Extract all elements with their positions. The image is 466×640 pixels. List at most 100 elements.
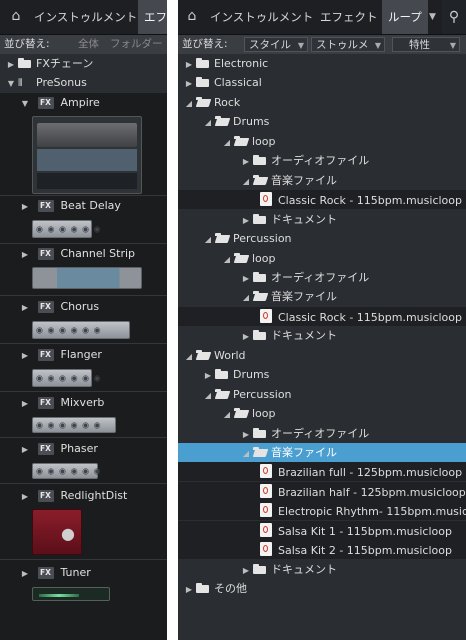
expand-arrow-icon[interactable]: ▶ bbox=[241, 152, 251, 171]
tree-folder-item[interactable]: ▶ ドキュメント bbox=[178, 560, 337, 579]
expand-arrow-icon[interactable]: ▶ bbox=[203, 366, 213, 385]
plugin-thumbnail-chorus[interactable] bbox=[32, 321, 130, 339]
expand-arrow-icon[interactable]: ▶ bbox=[184, 580, 194, 599]
plugin-thumbnail-beat-delay[interactable] bbox=[32, 220, 92, 238]
plugin-thumbnail-mixverb[interactable] bbox=[32, 417, 116, 433]
home-icon[interactable]: ⌂ bbox=[8, 8, 24, 24]
tree-folder-item[interactable]: ▶ ドキュメント bbox=[178, 326, 337, 345]
expand-arrow-icon[interactable]: ▶ bbox=[241, 327, 251, 346]
expand-arrow-icon[interactable]: ▶ bbox=[20, 197, 30, 216]
collapse-arrow-icon[interactable]: ◢ bbox=[203, 113, 213, 132]
plugin-thumbnail-phaser[interactable] bbox=[32, 463, 98, 479]
tree-folder-item[interactable]: ◢ loop bbox=[178, 132, 276, 151]
folder-open-icon bbox=[234, 136, 248, 146]
tree-folder-item[interactable]: ▶ ドキュメント bbox=[178, 210, 337, 229]
expand-arrow-icon[interactable]: ▶ bbox=[20, 440, 30, 459]
tree-folder-item[interactable]: ▶ オーディオファイル bbox=[178, 151, 369, 170]
loop-file-item[interactable]: Brazilian full - 125bpm.musicloop bbox=[178, 462, 466, 481]
plugin-thumbnail-flanger[interactable] bbox=[32, 369, 92, 387]
plugin-name: Tuner bbox=[60, 566, 91, 579]
sort-option-folder[interactable]: フォルダー bbox=[110, 35, 163, 54]
tree-item-fx-chains[interactable]: ▶ FXチェーン bbox=[6, 54, 93, 73]
tree-folder-item[interactable]: ◢ 音楽ファイル bbox=[178, 443, 466, 462]
tree-folder-item[interactable]: ▶ Classical bbox=[178, 73, 262, 92]
plugin-item-channel-strip[interactable]: ▶ FX Channel Strip bbox=[0, 244, 167, 263]
tab-instruments[interactable]: インストゥルメント bbox=[204, 0, 319, 34]
plugin-item-mixverb[interactable]: ▶ FX Mixverb bbox=[0, 393, 167, 412]
expand-arrow-icon[interactable]: ▶ bbox=[6, 55, 16, 74]
collapse-arrow-icon[interactable]: ▼ bbox=[6, 74, 16, 93]
tree-folder-item[interactable]: ◢ 音楽ファイル bbox=[178, 171, 337, 190]
collapse-arrow-icon[interactable]: ◢ bbox=[241, 444, 251, 463]
plugin-item-tuner[interactable]: ▶ FX Tuner bbox=[0, 563, 167, 582]
tree-folder-item[interactable]: ▶ Electronic bbox=[178, 54, 268, 73]
expand-arrow-icon[interactable]: ▶ bbox=[20, 346, 30, 365]
plugin-item-phaser[interactable]: ▶ FX Phaser bbox=[0, 439, 167, 458]
tree-folder-item[interactable]: ◢ 音楽ファイル bbox=[178, 287, 337, 306]
tab-instruments[interactable]: インストゥルメント bbox=[28, 0, 143, 34]
plugin-item-flanger[interactable]: ▶ FX Flanger bbox=[0, 345, 167, 364]
plugin-thumbnail-ampire[interactable] bbox=[32, 116, 142, 194]
tabs-overflow-icon[interactable]: ▼ bbox=[429, 0, 436, 34]
loop-file-item[interactable]: Salsa Kit 2 - 115bpm.musicloop bbox=[178, 540, 466, 559]
plugin-item-beat-delay[interactable]: ▶ FX Beat Delay bbox=[0, 196, 167, 215]
tree-item-label: FXチェーン bbox=[36, 57, 94, 70]
sort-instrument-dropdown[interactable]: ストゥルメ ▼ bbox=[311, 37, 385, 52]
home-icon[interactable]: ⌂ bbox=[184, 8, 200, 24]
collapse-arrow-icon[interactable]: ◢ bbox=[184, 94, 194, 113]
expand-arrow-icon[interactable]: ▶ bbox=[184, 55, 194, 74]
presonus-logo-icon: ⦀ bbox=[18, 78, 23, 89]
collapse-arrow-icon[interactable]: ◢ bbox=[184, 347, 194, 366]
expand-arrow-icon[interactable]: ▶ bbox=[241, 269, 251, 288]
tab-effects[interactable]: エフェ bbox=[138, 0, 167, 34]
tree-folder-item[interactable]: ▶ オーディオファイル bbox=[178, 268, 369, 287]
collapse-arrow-icon[interactable]: ◢ bbox=[222, 405, 232, 424]
tree-folder-item[interactable]: ▶ オーディオファイル bbox=[178, 424, 369, 443]
tree-folder-item[interactable]: ◢ Rock bbox=[178, 93, 240, 112]
expand-arrow-icon[interactable]: ▶ bbox=[184, 74, 194, 93]
expand-arrow-icon[interactable]: ▶ bbox=[20, 245, 30, 264]
loop-file-item[interactable]: Salsa Kit 1 - 115bpm.musicloop bbox=[178, 521, 466, 540]
tree-folder-item[interactable]: ◢ Drums bbox=[178, 112, 270, 132]
loop-file-item[interactable]: Classic Rock - 115bpm.musicloop bbox=[178, 307, 466, 326]
plugin-item-redlightdist[interactable]: ▶ FX RedlightDist bbox=[0, 486, 167, 505]
tree-folder-item[interactable]: ▶ Drums bbox=[178, 365, 270, 385]
sort-option-flat[interactable]: 全体 bbox=[78, 35, 99, 54]
expand-arrow-icon[interactable]: ▼ bbox=[20, 94, 30, 113]
plugin-thumbnail-redlightdist[interactable] bbox=[32, 509, 82, 555]
tree-folder-item[interactable]: ◢ loop bbox=[178, 404, 276, 423]
collapse-arrow-icon[interactable]: ◢ bbox=[241, 172, 251, 191]
loop-file-item[interactable]: Electropic Rhythm- 115bpm.musicloop bbox=[178, 501, 466, 520]
plugin-thumbnail-tuner[interactable] bbox=[32, 587, 110, 601]
expand-arrow-icon[interactable]: ▶ bbox=[20, 564, 30, 583]
tree-folder-item[interactable]: ◢ Percussion bbox=[178, 229, 292, 248]
loop-file-item[interactable]: Classic Rock - 115bpm.musicloop bbox=[178, 190, 466, 209]
tree-folder-item[interactable]: ◢ loop bbox=[178, 249, 276, 268]
plugin-item-chorus[interactable]: ▶ FX Chorus bbox=[0, 297, 167, 316]
expand-arrow-icon[interactable]: ▶ bbox=[20, 487, 30, 506]
tree-folder-item[interactable]: ▶ その他 bbox=[178, 579, 247, 598]
plugin-thumbnail-channel-strip[interactable] bbox=[32, 267, 142, 289]
tree-folder-item[interactable]: ◢ Percussion bbox=[178, 385, 292, 404]
collapse-arrow-icon[interactable]: ◢ bbox=[203, 386, 213, 405]
plugin-item-ampire[interactable]: ▼ FX Ampire bbox=[0, 93, 167, 112]
collapse-arrow-icon[interactable]: ◢ bbox=[222, 250, 232, 269]
search-icon[interactable]: ⚲ bbox=[442, 0, 466, 34]
expand-arrow-icon[interactable]: ▶ bbox=[241, 425, 251, 444]
expand-arrow-icon[interactable]: ▶ bbox=[241, 561, 251, 580]
tree-folder-item[interactable]: ◢ World bbox=[178, 346, 246, 365]
collapse-arrow-icon[interactable]: ◢ bbox=[241, 288, 251, 307]
tab-loops[interactable]: ループ bbox=[382, 0, 428, 34]
expand-arrow-icon[interactable]: ▶ bbox=[20, 394, 30, 413]
loop-file-item[interactable]: Brazilian half - 125bpm.musicloop bbox=[178, 482, 466, 501]
tab-effects[interactable]: エフェクト bbox=[314, 0, 384, 34]
tree-item-label: Electronic bbox=[214, 57, 269, 70]
fx-badge-icon: FX bbox=[37, 443, 54, 455]
tree-item-presonus[interactable]: ▼ ⦀ PreSonus bbox=[6, 73, 87, 92]
sort-style-dropdown[interactable]: スタイル ▼ bbox=[244, 37, 308, 52]
sort-attribute-dropdown[interactable]: 特性 ▼ bbox=[392, 37, 460, 52]
expand-arrow-icon[interactable]: ▶ bbox=[241, 211, 251, 230]
collapse-arrow-icon[interactable]: ◢ bbox=[222, 133, 232, 152]
collapse-arrow-icon[interactable]: ◢ bbox=[203, 230, 213, 249]
expand-arrow-icon[interactable]: ▶ bbox=[20, 298, 30, 317]
